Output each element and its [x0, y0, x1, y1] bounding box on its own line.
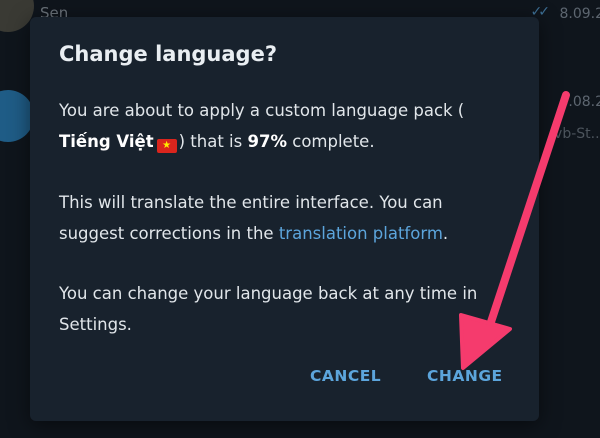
chat-preview: vb-St... — [554, 126, 600, 142]
language-name: Tiếng Việt — [59, 132, 154, 151]
dialog-paragraph-translate: This will translate the entire interface… — [59, 187, 509, 249]
translation-platform-link[interactable]: translation platform — [279, 224, 443, 243]
paragraph-text: ) that is — [178, 132, 248, 151]
completion-percent: 97% — [247, 132, 288, 151]
dialog-paragraph-language-pack: You are about to apply a custom language… — [59, 95, 509, 157]
avatar — [0, 90, 34, 142]
cancel-button[interactable]: CANCEL — [310, 367, 381, 385]
paragraph-text: You are about to apply a custom language… — [59, 101, 465, 120]
chat-time: 6.08.2 — [559, 94, 600, 110]
change-button[interactable]: CHANGE — [427, 367, 503, 385]
paragraph-text: . — [442, 224, 449, 243]
dialog-paragraph-settings: You can change your language back at any… — [59, 284, 478, 334]
avatar — [0, 0, 34, 32]
paragraph-text: complete. — [287, 132, 375, 151]
chat-time: 8.09.2 — [559, 6, 600, 22]
vietnam-flag-icon: ★ — [156, 139, 177, 153]
dialog-title: Change language? — [59, 42, 277, 66]
change-language-dialog: Change language? You are about to apply … — [30, 17, 539, 421]
